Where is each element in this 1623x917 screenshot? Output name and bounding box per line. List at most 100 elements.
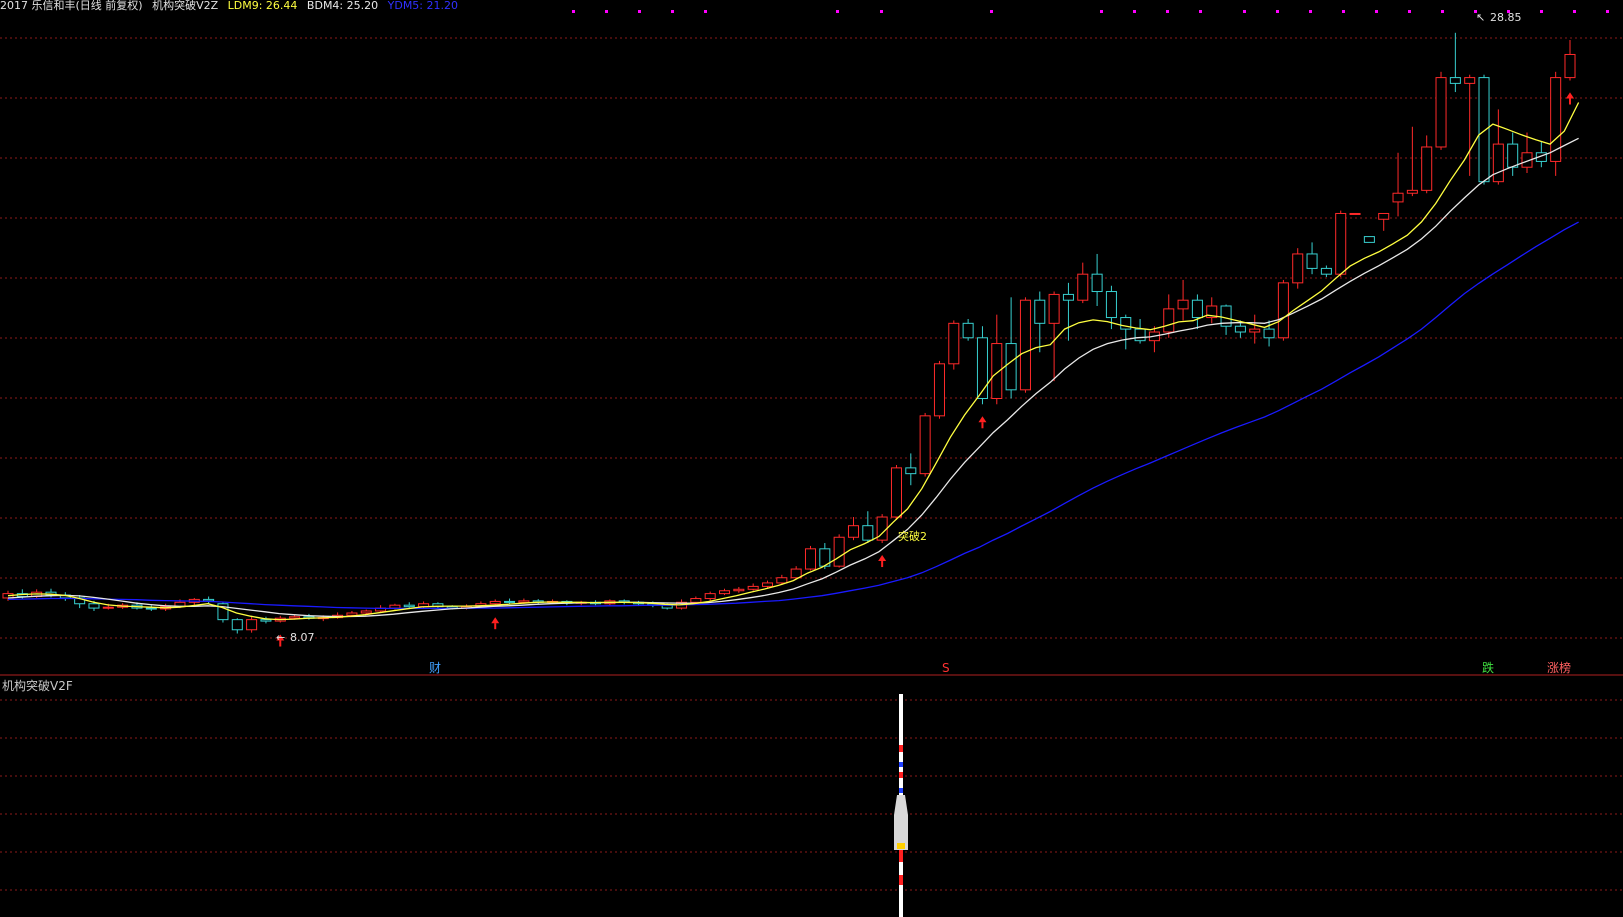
signal-dot [671,10,674,13]
sub-panel-grid [0,699,1623,891]
candle-body [1378,212,1390,220]
candle-body [1363,236,1375,243]
marker-cai[interactable]: 财 [429,661,441,675]
candle-body [1478,77,1490,183]
signal-dot [1441,10,1444,13]
moving-averages [7,102,1580,621]
candle-body [1406,189,1418,194]
signal-dot [880,10,883,13]
annotations: 28.85 ↖ 8.07 ← 突破2 财 S 跌 涨榜 [276,11,1571,675]
candle-body [1349,212,1361,215]
candle-body [1507,143,1519,168]
candle-body [346,612,358,616]
candle-body [1191,299,1203,319]
candle-body [1320,267,1332,275]
breakout-label: 突破2 [898,529,927,543]
signal-dot [1199,10,1202,13]
candle-body [1421,146,1433,191]
candle-body [718,590,731,595]
candle-body [1005,343,1017,391]
signal-dot [1540,10,1543,13]
candle-body [847,525,860,538]
candle-body [1335,212,1347,275]
candle-body [1449,77,1461,84]
marker-zhang[interactable]: 涨榜 [1547,660,1571,675]
marker-s[interactable]: S [942,661,950,675]
signal-dot [704,10,707,13]
candle-body [704,593,716,600]
candle-body [231,619,243,631]
marker-die[interactable]: 跌 [1482,660,1494,675]
candle-body [976,337,988,399]
candle-body [1177,299,1189,310]
candle-body [1134,328,1146,342]
candle-body [919,415,931,475]
signal-dot [1342,10,1345,13]
candle-body [1306,253,1318,269]
rocket-signal-icon [894,694,908,917]
candle-body [518,600,530,603]
candle-body [1292,253,1304,284]
buy-arrow-icon [878,555,887,562]
candle-body [246,619,258,631]
candle-body [289,616,301,619]
candle-body [1048,293,1060,324]
signal-dot [605,10,608,13]
candle-body [203,598,215,602]
signal-dot [1606,10,1609,13]
candle-body [776,577,788,584]
low-price-label: 8.07 [290,631,315,644]
candles [2,32,1576,634]
candle-body [360,610,372,614]
candle-body [1034,299,1046,324]
high-price-label: 28.85 [1490,11,1522,24]
candle-body [145,607,157,610]
candle-body [1234,325,1246,333]
candle-body [1277,282,1289,339]
candle-body [1464,77,1476,84]
candle-body [1077,273,1089,301]
candle-body [948,322,960,365]
candle-body [761,582,774,587]
candle-body [862,525,874,541]
candle-body [1263,328,1275,339]
candle-body [790,568,802,579]
candle-body [102,606,114,609]
buy-arrow-icon [978,416,987,423]
candle-body [690,598,702,603]
candle-body [1564,53,1576,79]
signal-dot [1166,10,1169,13]
candle-body [1163,308,1175,333]
candle-body [804,548,817,570]
candle-body [833,536,845,567]
ma-blue-line [7,221,1579,610]
low-pointer-icon: ← [276,631,285,644]
candle-body [1105,291,1117,319]
signal-dot [1375,10,1378,13]
candle-body [1435,77,1447,148]
candle-body [1019,299,1031,391]
signal-dot [1100,10,1103,13]
candle-body [1492,143,1504,183]
candlestick-chart[interactable]: 28.85 ↖ 8.07 ← 突破2 财 S 跌 涨榜 [0,0,1623,917]
candle-body [88,603,100,609]
candle-body [489,600,501,605]
sub-panel-title[interactable]: 机构突破V2F [2,677,73,694]
candle-body [733,588,745,592]
candle-body [389,604,401,609]
candle-body [504,600,516,603]
buy-arrow-icon [1566,92,1574,99]
signal-dot [1276,10,1279,13]
ma-yellow-line [7,102,1580,621]
candle-body [1550,77,1562,162]
signal-dot [990,10,993,13]
candle-body [747,585,759,590]
candle-body [1062,293,1074,301]
candle-body [905,467,917,475]
signal-dot [1243,10,1246,13]
signal-dot [1133,10,1136,13]
buy-arrows [276,92,1574,647]
candle-body [1249,328,1261,333]
candle-body [1392,192,1404,203]
candle-body [962,322,974,339]
